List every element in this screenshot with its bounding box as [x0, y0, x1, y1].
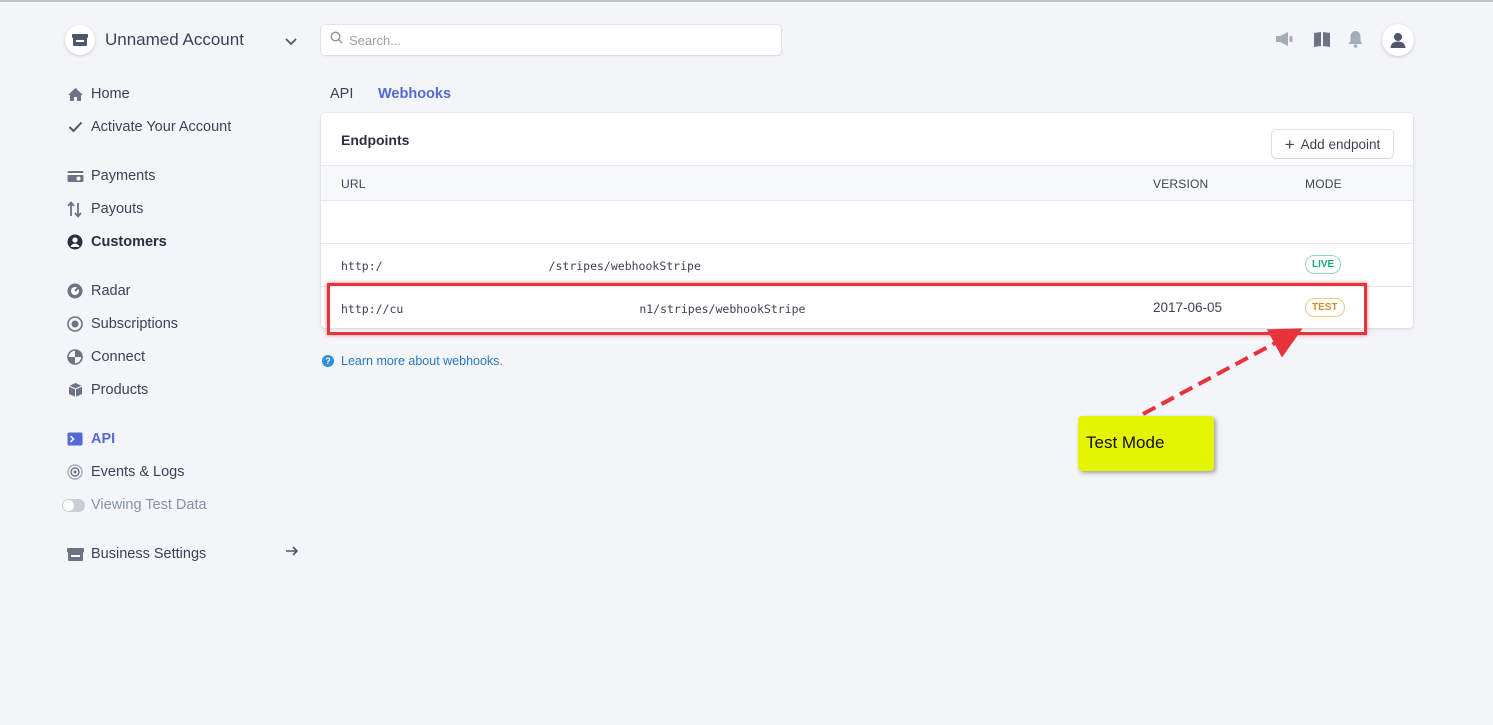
chevron-down-icon [285, 33, 297, 51]
table-header: URL VERSION MODE [321, 165, 1413, 201]
sidebar-item-label: Payouts [91, 201, 144, 217]
connect-icon [66, 348, 84, 366]
customers-icon [66, 233, 84, 251]
test-data-toggle[interactable]: Viewing Test Data [62, 494, 207, 516]
endpoints-card: Endpoints + Add endpoint URL VERSION MOD… [321, 113, 1413, 328]
sidebar-item-label: Products [91, 382, 149, 398]
arrow-right-icon[interactable] [285, 544, 301, 560]
events-icon [66, 463, 84, 481]
add-endpoint-label: Add endpoint [1300, 136, 1381, 152]
window-top-border [0, 0, 1493, 2]
sidebar-item-connect[interactable]: Connect [66, 346, 145, 368]
checkmark-icon [66, 118, 84, 136]
payments-icon [66, 167, 84, 185]
column-header-url: URL [341, 177, 366, 191]
account-name: Unnamed Account [105, 30, 244, 49]
mode-badge-live: LIVE [1305, 255, 1342, 274]
add-endpoint-button[interactable]: + Add endpoint [1272, 130, 1393, 158]
toggle-label: Viewing Test Data [91, 497, 207, 513]
tab-webhooks[interactable]: Webhooks [378, 86, 451, 102]
sidebar-item-label: Business Settings [91, 546, 207, 562]
sidebar-item-label: Customers [91, 234, 167, 250]
sidebar-item-label: Payments [91, 168, 156, 184]
sidebar-item-label: Radar [91, 283, 131, 299]
sidebar-item-label: Activate Your Account [91, 119, 232, 135]
sidebar-item-label: Home [91, 86, 130, 102]
sidebar-item-payouts[interactable]: Payouts [66, 198, 143, 220]
sidebar-item-activate-account[interactable]: Activate Your Account [66, 116, 231, 138]
endpoint-url: http://stripes/webhookStripe [341, 259, 701, 273]
search-bar[interactable] [321, 25, 781, 55]
sidebar-item-products[interactable]: Products [66, 379, 148, 401]
announcement-icon[interactable] [1274, 30, 1294, 48]
search-icon [330, 31, 343, 49]
payouts-arrows-icon [66, 200, 84, 218]
help-icon: ? [322, 355, 334, 367]
sidebar-item-customers[interactable]: Customers [66, 231, 167, 253]
column-header-mode: MODE [1305, 177, 1342, 191]
table-row[interactable]: http://cu n1/stripes/webhookStripe 2017-0… [321, 286, 1413, 329]
sidebar-item-label: Connect [91, 349, 146, 365]
learn-more-link[interactable]: ? Learn more about webhooks. [322, 354, 503, 368]
sidebar-item-label: API [91, 431, 116, 447]
column-header-version: VERSION [1153, 177, 1209, 191]
notification-bell-icon[interactable] [1347, 30, 1364, 48]
subscriptions-icon [66, 315, 84, 333]
card-title: Endpoints [341, 132, 410, 148]
sidebar-item-label: Subscriptions [91, 316, 179, 332]
toggle-switch[interactable] [62, 498, 85, 512]
sidebar-item-home[interactable]: Home [66, 83, 130, 105]
sidebar-item-radar[interactable]: Radar [66, 280, 131, 302]
docs-book-icon[interactable] [1313, 30, 1331, 48]
test-mode-callout: Test Mode [1078, 416, 1214, 471]
learn-more-label: Learn more about webhooks. [341, 354, 503, 368]
store-settings-icon [66, 545, 84, 563]
table-row[interactable]: http://stripes/webhookStripe LIVE [321, 243, 1413, 286]
annotation-arrow [1142, 328, 1303, 416]
sidebar-item-business-settings[interactable]: Business Settings [66, 543, 206, 565]
home-icon [66, 85, 84, 103]
endpoint-version: 2017-06-05 [1153, 300, 1223, 315]
sidebar-item-events-logs[interactable]: Events & Logs [66, 461, 185, 483]
store-icon [65, 25, 95, 55]
sidebar-item-api[interactable]: API [66, 428, 115, 450]
sidebar-item-payments[interactable]: Payments [66, 165, 155, 187]
account-switcher[interactable]: Unnamed Account [65, 24, 297, 56]
mode-badge-test: TEST [1305, 298, 1345, 317]
sidebar-item-subscriptions[interactable]: Subscriptions [66, 313, 178, 335]
search-input[interactable] [349, 32, 769, 48]
sidebar-item-label: Events & Logs [91, 464, 185, 480]
user-avatar[interactable] [1382, 24, 1414, 56]
radar-icon [66, 282, 84, 300]
tab-api[interactable]: API [330, 86, 353, 102]
user-icon [1390, 33, 1406, 48]
plus-icon: + [1284, 134, 1295, 154]
endpoint-url: http://cu n1/stripes/webhookStripe [341, 302, 806, 316]
products-box-icon [66, 381, 84, 399]
terminal-icon [66, 430, 84, 448]
